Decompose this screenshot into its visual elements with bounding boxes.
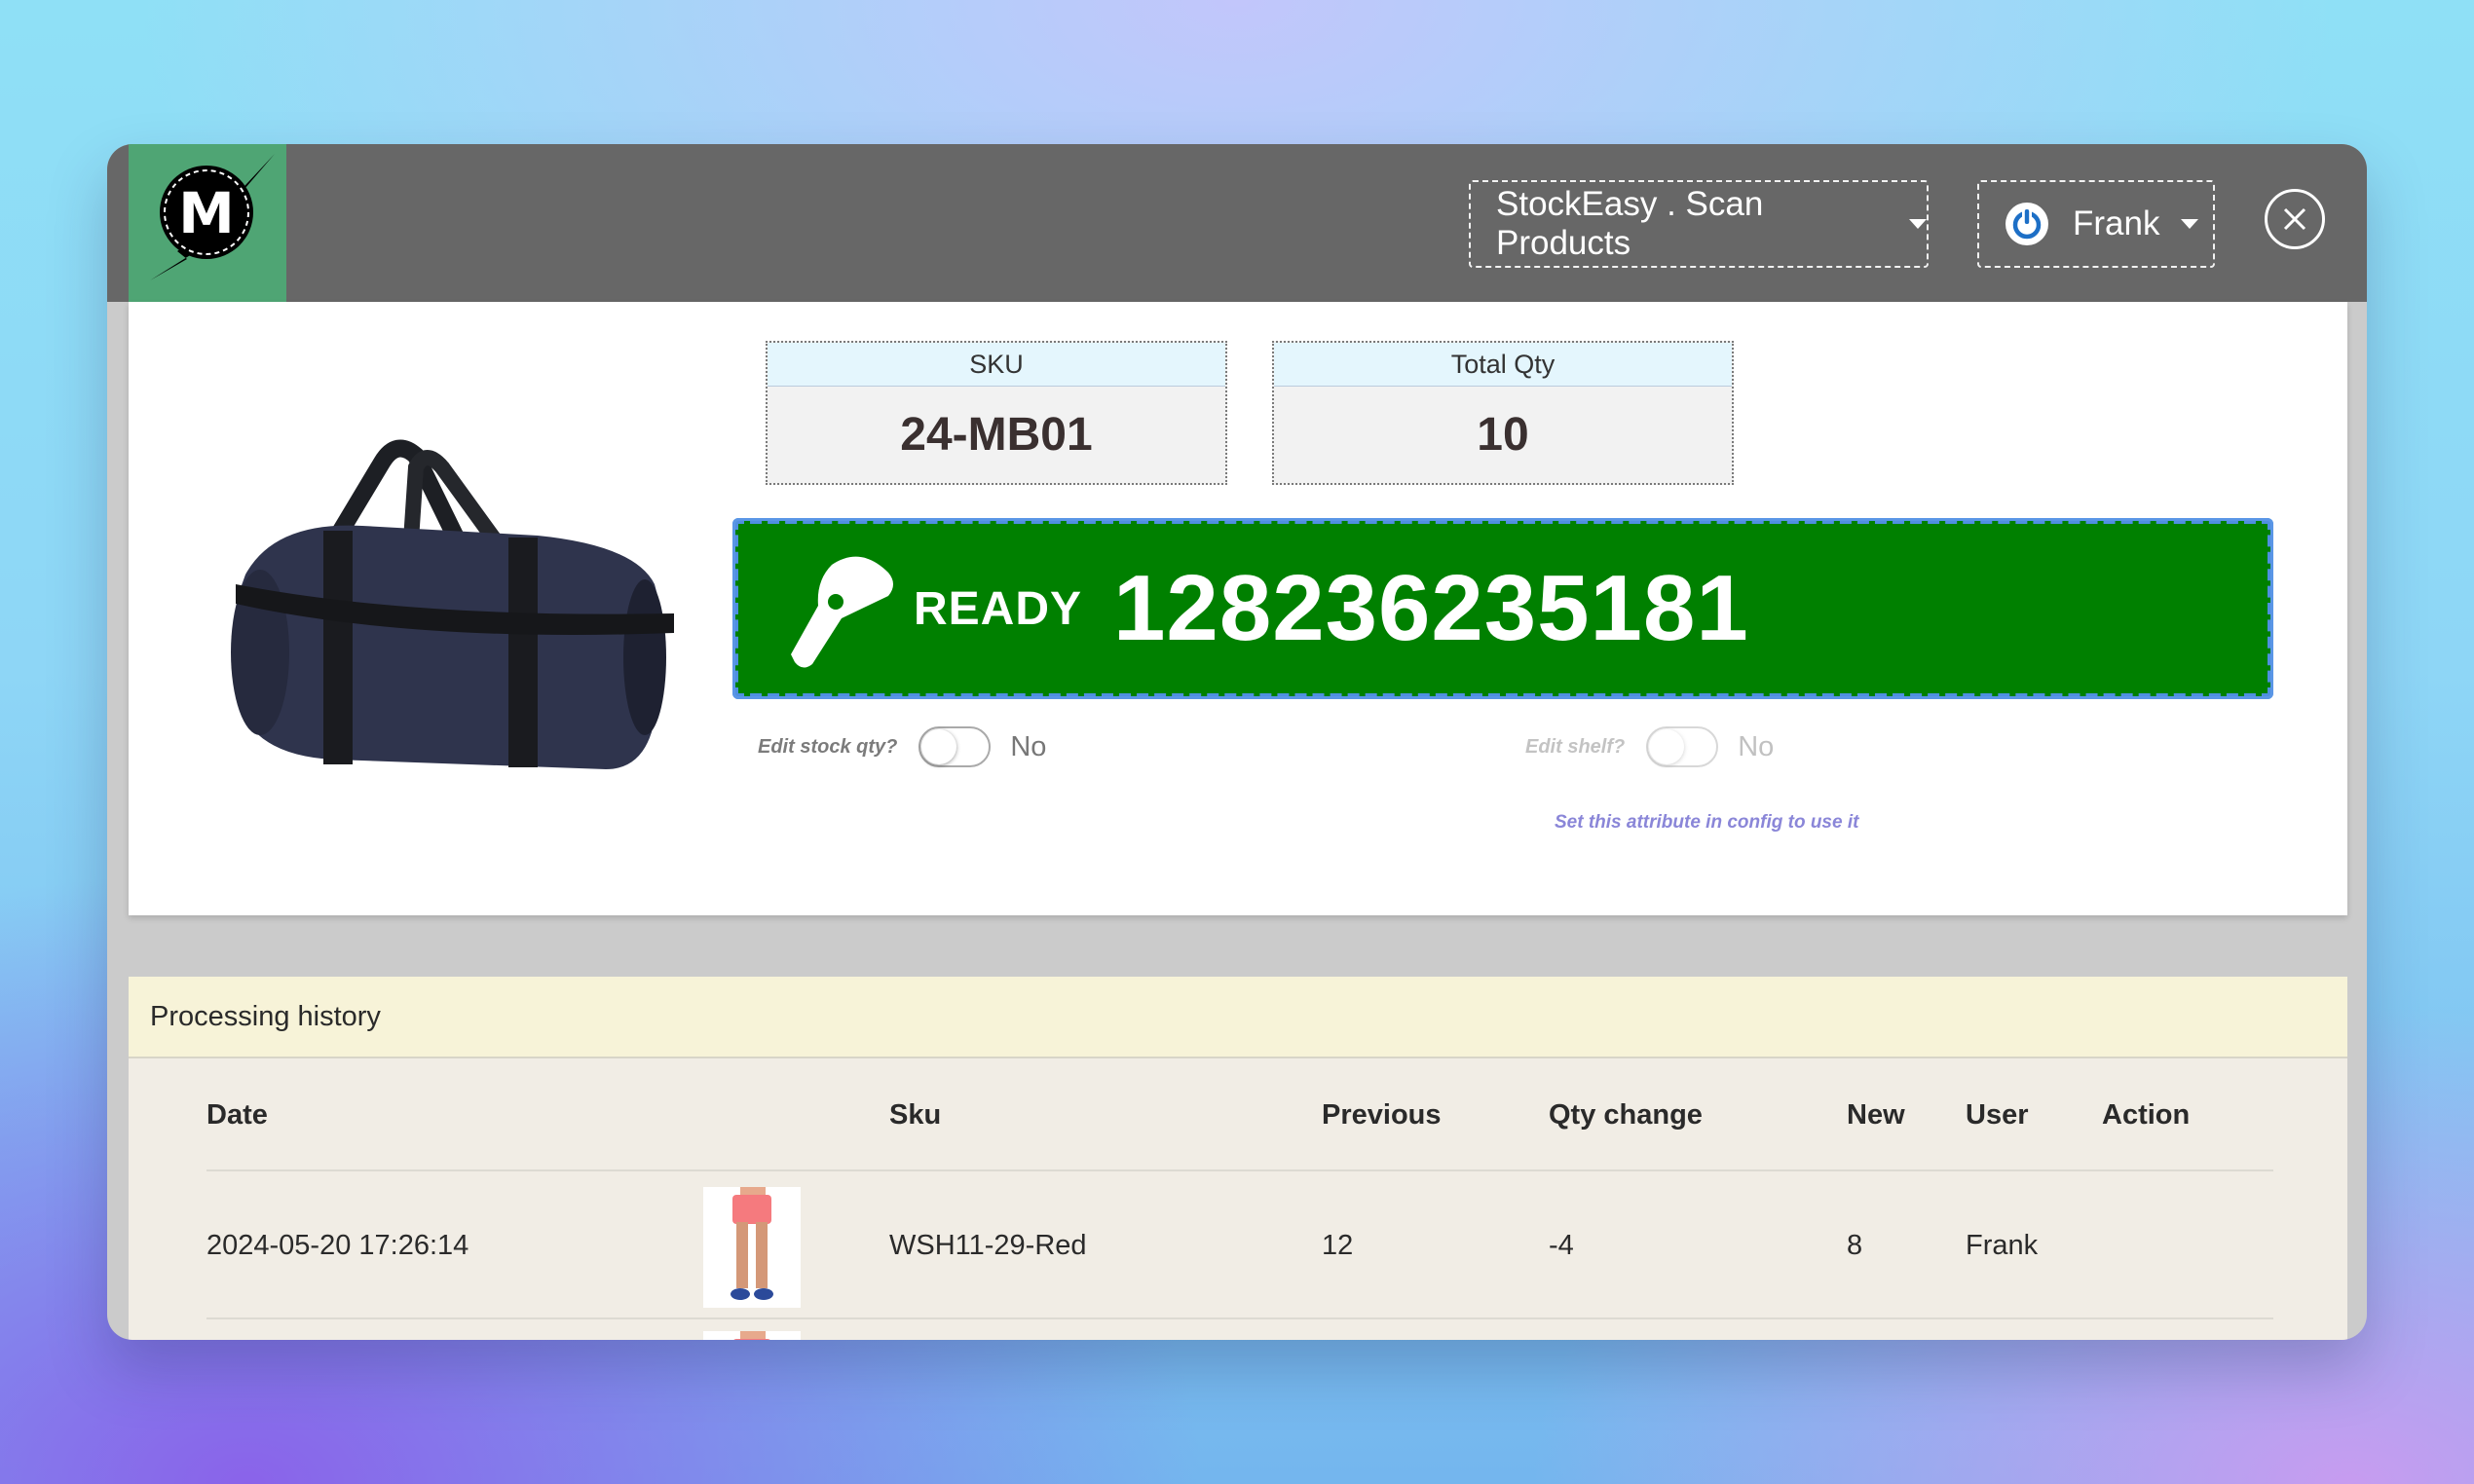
barcode-value: 128236235181 [1113, 556, 1749, 660]
history-title: Processing history [129, 977, 2347, 1058]
svg-text:M: M [178, 180, 235, 246]
edit-shelf-value: No [1738, 730, 1775, 762]
app-menu-dropdown[interactable]: StockEasy . Scan Products [1469, 180, 1929, 268]
edit-shelf-label: Edit shelf? [1525, 735, 1626, 758]
shelf-config-note: Set this attribute in config to use it [1555, 812, 1859, 833]
sku-header: SKU [768, 343, 1225, 387]
row-previous: 12 [1322, 1230, 1354, 1261]
sku-box: SKU 24-MB01 [766, 341, 1227, 485]
processing-history: Processing history Date Sku Previous Qty… [129, 977, 2347, 1340]
user-menu-dropdown[interactable]: Frank [1977, 180, 2215, 268]
column-header-new: New [1847, 1099, 1905, 1131]
scanner-status: READY [914, 582, 1083, 635]
product-image [231, 439, 674, 769]
column-header-previous: Previous [1322, 1099, 1442, 1131]
header-divider [206, 1169, 2273, 1171]
column-header-qty-change: Qty change [1549, 1099, 1703, 1131]
column-header-date: Date [206, 1099, 268, 1131]
row-sku: WSH11-29-Red [889, 1230, 1087, 1261]
app-menu-label: StockEasy . Scan Products [1496, 185, 1764, 262]
scan-input-bar[interactable]: READY 128236235181 [732, 518, 2273, 699]
column-header-sku: Sku [889, 1099, 942, 1131]
column-header-user: User [1966, 1099, 2029, 1131]
edit-shelf-toggle[interactable] [1646, 726, 1719, 767]
close-button[interactable] [2265, 189, 2325, 249]
total-qty-value: 10 [1477, 409, 1529, 461]
edit-stock-toggle-row: Edit stock qty? No [758, 726, 1046, 767]
row-date: 2024-05-20 17:26:14 [206, 1230, 469, 1261]
next-row-thumbnail [703, 1331, 801, 1340]
barcode-scanner-icon [791, 556, 893, 668]
total-qty-box: Total Qty 10 [1272, 341, 1734, 485]
edit-shelf-toggle-row: Edit shelf? No [1525, 726, 1774, 767]
edit-stock-value: No [1010, 730, 1047, 762]
app-window: M StockEasy . Scan Products Frank SKU 24… [107, 144, 2367, 1340]
logo: M [129, 144, 286, 302]
row-user: Frank [1966, 1230, 2039, 1261]
row-new: 8 [1847, 1230, 1863, 1261]
row-product-thumbnail [703, 1187, 801, 1308]
close-icon [2283, 207, 2306, 231]
edit-stock-toggle[interactable] [918, 726, 992, 767]
edit-stock-label: Edit stock qty? [758, 735, 898, 758]
chevron-down-icon [2181, 219, 2199, 229]
top-bar: M StockEasy . Scan Products Frank [107, 144, 2367, 302]
column-header-action: Action [2102, 1099, 2191, 1131]
power-icon [2005, 202, 2049, 246]
magento-m-logo-icon: M [150, 154, 275, 280]
total-qty-header: Total Qty [1274, 343, 1732, 387]
row-qty-change: -4 [1549, 1230, 1574, 1261]
scan-panel: SKU 24-MB01 Total Qty 10 READY 128236235… [129, 302, 2347, 915]
user-name-label: Frank [2073, 204, 2160, 242]
row-divider [206, 1317, 2273, 1319]
sku-value: 24-MB01 [900, 409, 1093, 461]
chevron-down-icon [1909, 219, 1927, 229]
